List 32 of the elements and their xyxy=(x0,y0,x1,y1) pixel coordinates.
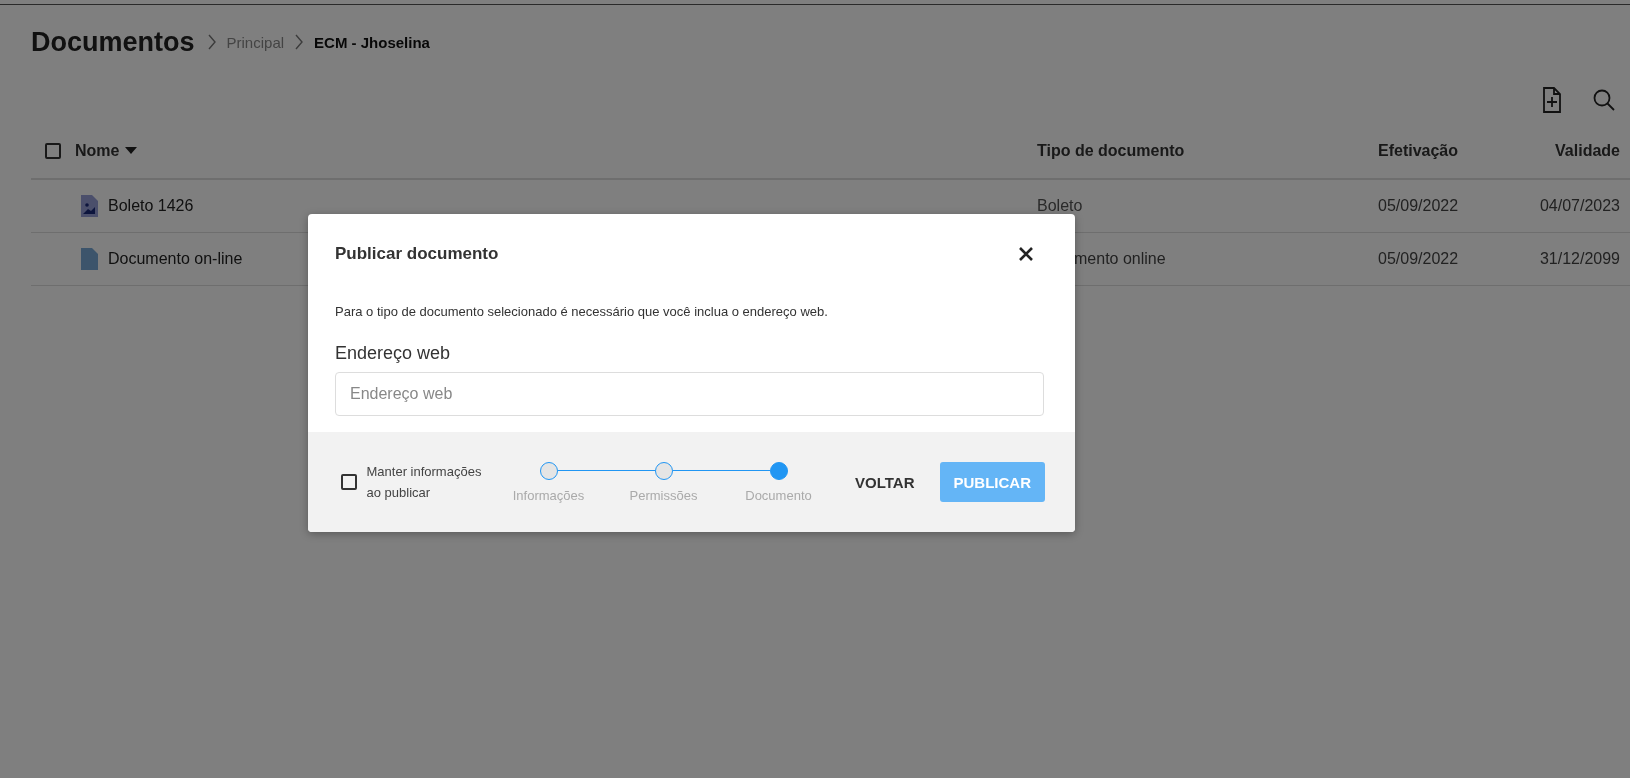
chevron-icon xyxy=(294,33,305,51)
new-file-icon[interactable] xyxy=(1542,87,1562,113)
column-header[interactable]: Efetivação xyxy=(1378,141,1459,160)
table-cell: 04/07/2023 xyxy=(1539,197,1620,214)
table-cell: 31/12/2099 xyxy=(1539,250,1620,267)
column-header[interactable]: Validade xyxy=(1555,141,1620,160)
table-cell: Boleto xyxy=(1037,197,1083,215)
dialog-title: Publicar documento xyxy=(335,244,499,264)
checkbox-label: Manter informações ao publicar xyxy=(366,463,483,502)
column-header[interactable]: Tipo de documento xyxy=(1037,141,1185,160)
back-button[interactable]: VOLTAR xyxy=(855,465,915,499)
table-cell: 05/09/2022 xyxy=(1378,250,1459,267)
breadcrumb-link[interactable]: Principal xyxy=(226,33,285,51)
field-label: Endereço web xyxy=(335,343,452,364)
select-all-checkbox[interactable] xyxy=(45,142,61,159)
chevron-icon xyxy=(206,33,217,51)
step-label: Permissões xyxy=(629,487,698,503)
file-name[interactable]: Documento on-line xyxy=(108,250,243,268)
dialog-message: Para o tipo de documento selecionado é necessário que você inclua o endereço web. xyxy=(335,304,829,319)
search-icon[interactable] xyxy=(1592,88,1616,112)
column-header[interactable]: Nome xyxy=(75,141,120,160)
step-label: Informações xyxy=(512,487,585,503)
table-cell-text: mento online xyxy=(1073,250,1166,268)
page-title: Documentos xyxy=(31,26,195,58)
close-icon[interactable] xyxy=(1019,247,1033,261)
sort-caret-icon xyxy=(125,147,138,154)
web-address-field[interactable]: Endereço web xyxy=(335,372,1044,416)
keep-info-checkbox[interactable] xyxy=(341,474,357,490)
table-cell: 05/09/2022 xyxy=(1378,197,1459,214)
step-label: Documento xyxy=(745,487,812,503)
file-name[interactable]: Boleto 1426 xyxy=(108,197,194,215)
breadcrumb-link[interactable]: ECM - Jhoselina xyxy=(314,33,430,51)
